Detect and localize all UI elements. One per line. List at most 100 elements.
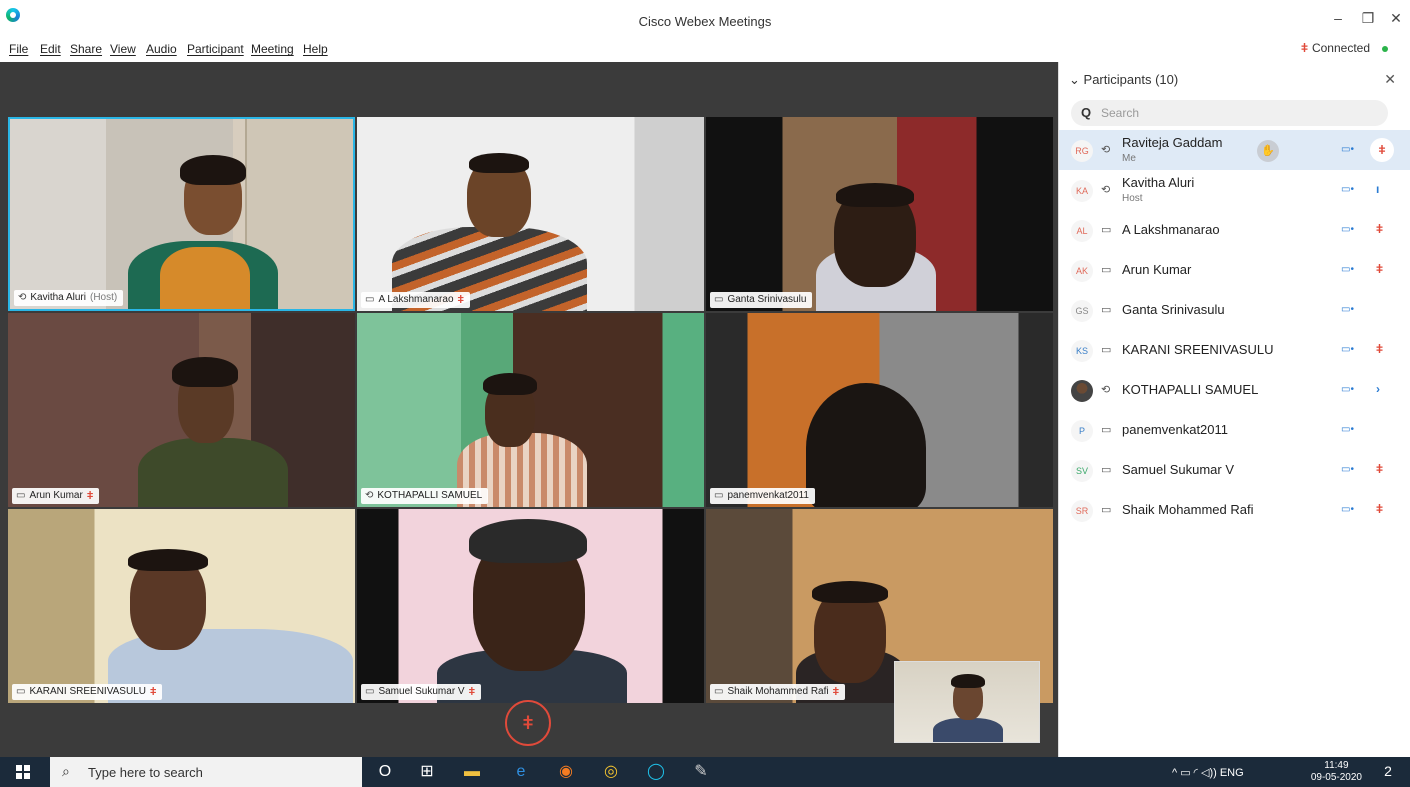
video-tile-kavitha[interactable]: ⟲ Kavitha Aluri (Host) [8,117,355,311]
avatar: SV [1071,460,1093,482]
tile-name-tag: ▭ panemvenkat2011 [710,488,815,504]
tile-name: Kavitha Aluri [30,292,86,303]
video-camera-icon[interactable]: ▭• [1341,184,1354,195]
menu-audio[interactable]: Audio [146,42,177,56]
mic-on-icon[interactable]: › [1376,382,1380,396]
webex-taskbar-icon[interactable]: ◯ [645,762,667,782]
video-camera-icon[interactable]: ▭• [1341,384,1354,395]
participant-row[interactable]: P ▭ panemvenkat2011 ▭• [1059,410,1410,450]
minimize-button[interactable]: – [1328,10,1348,26]
webex-window: Cisco Webex Meetings – ❐ ✕ File Edit Sha… [0,0,1410,787]
tile-name: panemvenkat2011 [727,490,809,501]
participant-row[interactable]: RG ⟲ Raviteja Gaddam Me ✋ ▭• ǂ [1059,130,1410,170]
phone-icon: ▭ [1101,344,1112,356]
search-input[interactable] [1101,104,1371,122]
video-camera-icon[interactable]: ▭• [1341,504,1354,515]
cortana-icon[interactable]: O [374,762,396,782]
menu-participant[interactable]: Participant [187,42,244,56]
muted-mic-icon: ǂ [86,490,94,502]
participant-row[interactable]: AK ▭ Arun Kumar ▭• ǂ [1059,250,1410,290]
video-tile-panemvenkat[interactable]: ▭ panemvenkat2011 [706,313,1053,507]
tile-name-tag: ⟲ Kavitha Aluri (Host) [14,290,124,306]
video-feed [706,117,1053,311]
edge-icon[interactable]: e [510,762,532,782]
video-tile-lakshmanarao[interactable]: ▭ A Lakshmanarao ǂ [357,117,704,311]
taskbar-search[interactable]: ⌕ Type here to search [50,757,362,787]
video-feed [357,313,704,507]
tile-name-tag: ▭ Ganta Srinivasulu [710,292,813,308]
tile-name-tag: ▭ A Lakshmanarao ǂ [361,292,470,308]
close-button[interactable]: ✕ [1386,10,1406,27]
phone-icon: ▭ [16,490,26,501]
video-camera-icon[interactable]: ▭• [1341,144,1354,155]
menu-share[interactable]: Share [70,42,102,56]
participants-header[interactable]: ⌄ Participants (10) [1069,72,1178,88]
restore-button[interactable]: ❐ [1358,10,1378,27]
avatar: P [1071,420,1093,442]
connection-mic-icon: ǂ [1300,41,1308,55]
voip-icon: ⟲ [1101,384,1111,396]
video-tile-arun[interactable]: ▭ Arun Kumar ǂ [8,313,355,507]
tile-name-tag: ▭ Samuel Sukumar V ǂ [361,684,482,700]
task-view-icon[interactable]: ⊞ [416,762,438,782]
participant-row[interactable]: AL ▭ A Lakshmanarao ▭• ǂ [1059,210,1410,250]
mute-toggle-button[interactable]: ǂ [505,700,551,746]
muted-mic-icon[interactable]: ǂ [1370,138,1394,162]
paint-icon[interactable]: ✎ [690,762,712,782]
video-tile-samuel[interactable]: ▭ Samuel Sukumar V ǂ [357,509,704,703]
participant-name: Ganta Srinivasulu [1122,302,1225,317]
menu-view[interactable]: View [110,42,136,56]
menu-edit[interactable]: Edit [40,42,61,56]
muted-mic-icon: ǂ [832,686,840,698]
participant-name: Arun Kumar [1122,262,1192,277]
participant-row[interactable]: GS ▭ Ganta Srinivasulu ▭• [1059,290,1410,330]
menu-file[interactable]: File [9,42,28,56]
tile-name: KOTHAPALLI SAMUEL [377,490,483,501]
muted-mic-icon[interactable]: ǂ [1376,462,1383,476]
participant-search[interactable]: Q [1071,100,1388,126]
muted-mic-icon[interactable]: ǂ [1376,262,1383,276]
participant-row[interactable]: KS ▭ KARANI SREENIVASULU ▭• ǂ [1059,330,1410,370]
muted-mic-icon[interactable]: ǂ [1376,502,1383,516]
mic-on-icon[interactable]: ı [1376,182,1379,196]
video-camera-icon[interactable]: ▭• [1341,304,1354,315]
participant-row[interactable]: SV ▭ Samuel Sukumar V ▭• ǂ [1059,450,1410,490]
phone-icon: ▭ [1101,264,1112,276]
participant-name: KARANI SREENIVASULU [1122,342,1274,357]
taskbar-clock[interactable]: 11:49 09-05-2020 [1311,760,1362,784]
phone-icon: ▭ [1101,464,1112,476]
menu-help[interactable]: Help [303,42,328,56]
video-camera-icon[interactable]: ▭• [1341,424,1354,435]
video-camera-icon[interactable]: ▭• [1341,344,1354,355]
chrome-icon[interactable]: ◎ [600,762,622,782]
participant-row[interactable]: ⟲ KOTHAPALLI SAMUEL ▭• › [1059,370,1410,410]
firefox-icon[interactable]: ◉ [555,762,577,782]
video-feed [8,509,355,703]
participant-name: Samuel Sukumar V [1122,462,1234,477]
avatar: KA [1071,180,1093,202]
self-view-video[interactable] [894,661,1040,743]
muted-mic-icon[interactable]: ǂ [1376,222,1383,236]
menu-meeting[interactable]: Meeting [251,42,294,56]
participant-row[interactable]: KA ⟲ Kavitha Aluri Host ▭• ı [1059,170,1410,210]
video-camera-icon[interactable]: ▭• [1341,264,1354,275]
search-icon: ⌕ [62,763,70,779]
video-camera-icon[interactable]: ▭• [1341,224,1354,235]
video-tile-karani[interactable]: ▭ KARANI SREENIVASULU ǂ [8,509,355,703]
file-explorer-icon[interactable]: ▬ [461,762,483,782]
participant-row[interactable]: SR ▭ Shaik Mohammed Rafi ▭• ǂ [1059,490,1410,530]
video-feed [357,117,704,311]
video-tile-ganta[interactable]: ▭ Ganta Srinivasulu [706,117,1053,311]
avatar: SR [1071,500,1093,522]
participant-name: panemvenkat2011 [1122,422,1229,437]
raise-hand-icon[interactable]: ✋ [1257,140,1279,162]
system-tray[interactable]: ^ ▭ ◜ ◁)) ENG [1172,766,1244,779]
notification-icon[interactable]: 2 [1378,763,1398,781]
video-tile-kothapalli[interactable]: ⟲ KOTHAPALLI SAMUEL [357,313,704,507]
muted-mic-icon[interactable]: ǂ [1376,342,1383,356]
close-panel-button[interactable]: ✕ [1384,71,1396,88]
tile-name-tag: ▭ KARANI SREENIVASULU ǂ [12,684,163,700]
voip-icon: ⟲ [1101,184,1111,196]
windows-start-button[interactable] [16,765,30,779]
video-camera-icon[interactable]: ▭• [1341,464,1354,475]
